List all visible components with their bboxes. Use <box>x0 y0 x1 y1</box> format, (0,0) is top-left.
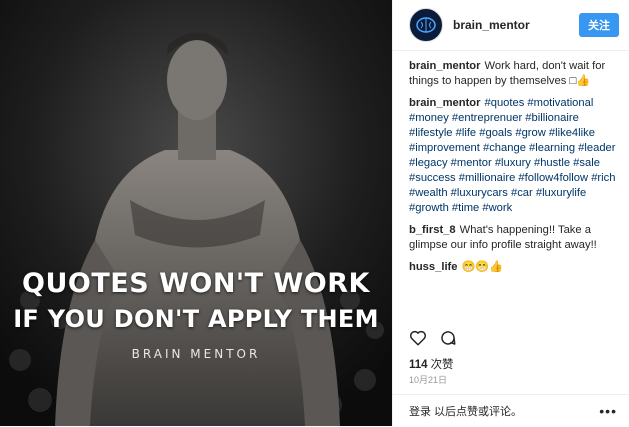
comment-hashtags: brain_mentor #quotes #motivational #money… <box>409 96 617 216</box>
header-username[interactable]: brain_mentor <box>453 18 579 32</box>
heart-icon[interactable] <box>409 329 427 347</box>
comment-text: 😁😁👍 <box>461 261 504 273</box>
comments-list: brain_mentor Work hard, don't wait for th… <box>393 51 629 275</box>
quote-line-2: IF YOU DON'T APPLY THEM <box>13 305 379 333</box>
avatar[interactable] <box>409 8 443 42</box>
instagram-post: QUOTES WON'T WORK IF YOU DON'T APPLY THE… <box>0 0 629 426</box>
post-date[interactable]: 10月21日 <box>409 373 447 386</box>
hashtag-list[interactable]: #quotes #motivational #money #entreprenu… <box>409 97 615 214</box>
likes-count[interactable]: 114 次赞 <box>409 356 454 372</box>
comment-icon[interactable] <box>439 329 457 347</box>
brand-watermark: BRAIN MENTOR <box>131 347 261 361</box>
likes-label: 次赞 <box>430 359 454 371</box>
bodybuilder-photo <box>0 0 392 426</box>
follow-button[interactable]: 关注 <box>579 13 619 37</box>
post-header: brain_mentor 关注 <box>393 0 629 51</box>
comment-username[interactable]: brain_mentor <box>409 97 481 109</box>
post-sidebar: brain_mentor 关注 brain_mentor Work hard, d… <box>392 0 629 426</box>
action-bar <box>409 329 457 347</box>
likes-number: 114 <box>409 359 428 371</box>
more-options-icon[interactable]: ••• <box>599 403 617 419</box>
brain-logo-icon <box>416 17 436 33</box>
comment-item: huss_life 😁😁👍 <box>409 260 617 275</box>
comment-username[interactable]: huss_life <box>409 261 458 273</box>
post-image[interactable]: QUOTES WON'T WORK IF YOU DON'T APPLY THE… <box>0 0 392 426</box>
comment-item: b_first_8 What's happening!! Take a glimp… <box>409 223 617 253</box>
comment-username[interactable]: b_first_8 <box>409 224 456 236</box>
comment-username[interactable]: brain_mentor <box>409 60 481 72</box>
quote-line-1: QUOTES WON'T WORK <box>22 268 370 299</box>
comment-caption: brain_mentor Work hard, don't wait for th… <box>409 59 617 89</box>
login-footer: 登录 以后点赞或评论。 ••• <box>393 394 629 427</box>
login-prompt[interactable]: 登录 以后点赞或评论。 <box>409 403 599 419</box>
